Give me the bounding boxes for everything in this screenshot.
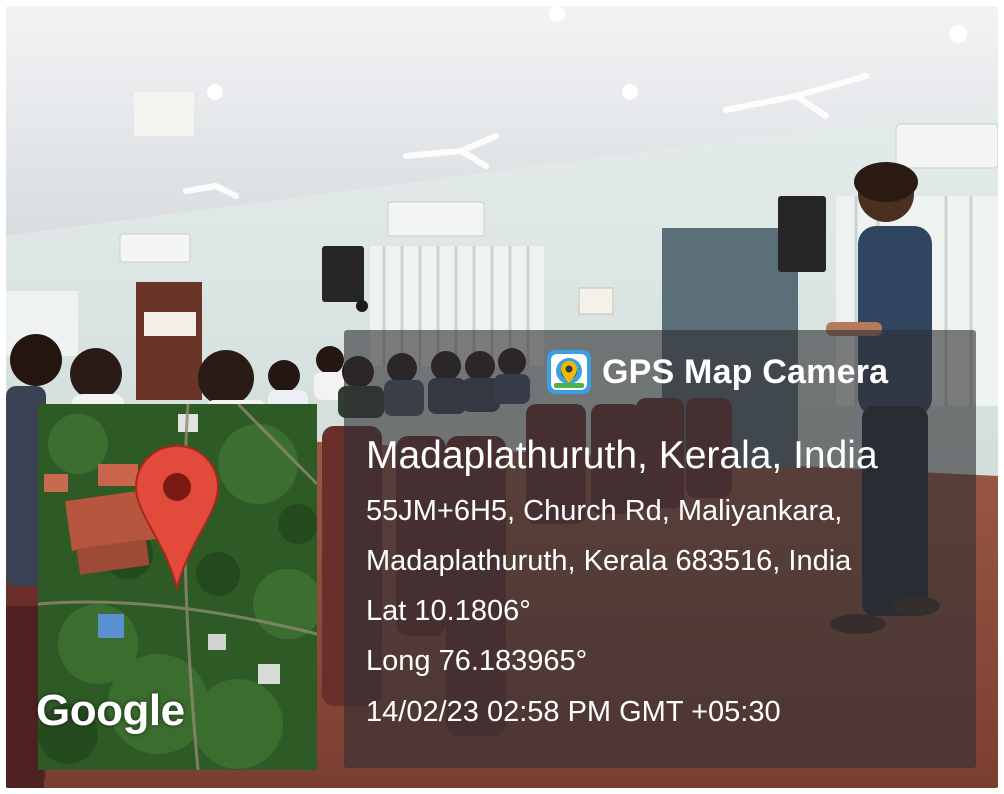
- camera-app-icon: [547, 350, 591, 394]
- longitude: Long 76.183965°: [366, 645, 588, 677]
- address-line-1: 55JM+6H5, Church Rd, Maliyankara,: [366, 495, 843, 527]
- timestamp: 14/02/23 02:58 PM GMT +05:30: [366, 696, 781, 728]
- address-line-2: Madaplathuruth, Kerala 683516, India: [366, 545, 852, 577]
- map-watermark: Google: [36, 686, 185, 735]
- latitude: Lat 10.1806°: [366, 595, 531, 627]
- location-title: Madaplathuruth, Kerala, India: [366, 434, 878, 477]
- gps-info-panel: GPS Map Camera Madaplathuruth, Kerala, I…: [344, 330, 976, 768]
- map-pin-icon: [134, 444, 220, 590]
- app-header: GPS Map Camera: [546, 344, 888, 400]
- app-name: GPS Map Camera: [602, 352, 889, 391]
